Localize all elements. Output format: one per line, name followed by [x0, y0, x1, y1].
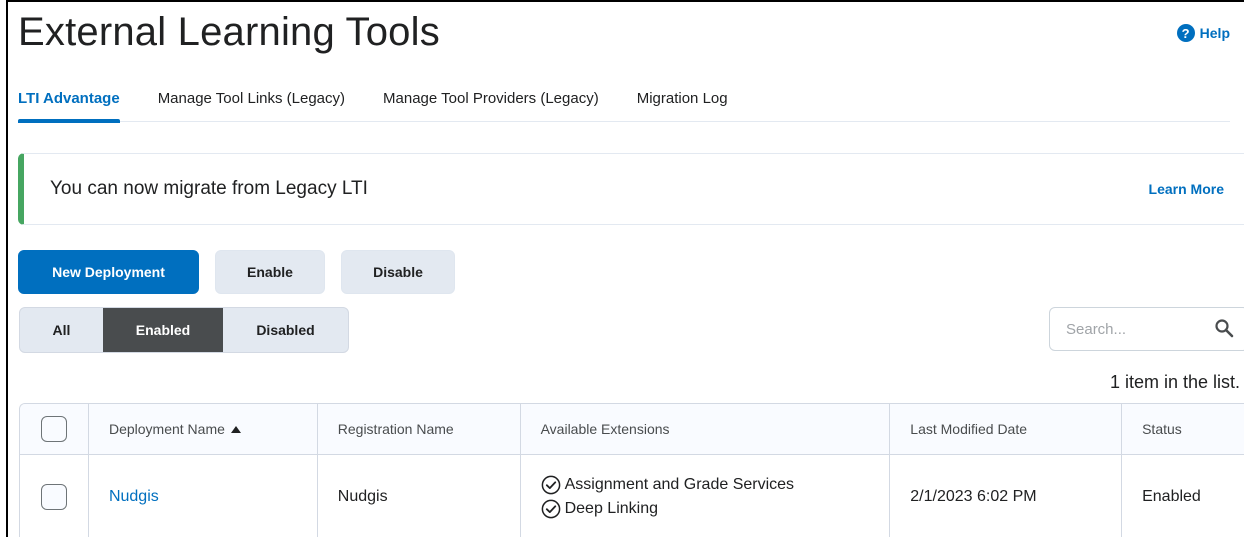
check-circle-icon	[541, 475, 560, 494]
deployment-name-link[interactable]: Nudgis	[109, 488, 159, 506]
column-deployment-name[interactable]: Deployment Name	[89, 404, 318, 454]
filter-disabled-button[interactable]: Disabled	[223, 308, 348, 352]
column-status: Status	[1122, 404, 1244, 454]
status-filter: All Enabled Disabled	[19, 307, 349, 353]
filter-all-button[interactable]: All	[20, 308, 103, 352]
tab-lti-advantage[interactable]: LTI Advantage	[18, 84, 120, 123]
row-checkbox[interactable]	[41, 483, 67, 510]
registration-name: Nudgis	[337, 487, 388, 505]
extension-label: Deep Linking	[564, 499, 658, 517]
page-title: External Learning Tools	[18, 10, 440, 54]
last-modified-cell: 2/1/2023 6:02 PM	[890, 455, 1123, 537]
column-label: Last Modified Date	[910, 421, 1028, 437]
search-icon[interactable]	[1214, 318, 1234, 338]
column-label: Deployment Name	[108, 421, 225, 437]
list-count: 1 item in the list.	[1109, 372, 1240, 392]
migration-alert: You can now migrate from Legacy LTI Lear…	[18, 153, 1244, 225]
status-text: Enabled	[1142, 487, 1201, 505]
tab-migration-log[interactable]: Migration Log	[637, 84, 728, 122]
learn-more-link[interactable]: Learn More	[1149, 181, 1224, 197]
registration-name-cell: Nudgis	[318, 455, 521, 537]
select-all-checkbox[interactable]	[41, 416, 67, 442]
column-label: Available Extensions	[540, 421, 670, 437]
help-icon: ?	[1176, 24, 1195, 42]
action-buttons: New Deployment Enable Disable	[18, 250, 455, 294]
search-placeholder: Search...	[1066, 320, 1127, 338]
table-header-row: Deployment Name Registration Name Availa…	[20, 404, 1244, 455]
disable-button[interactable]: Disable	[341, 250, 455, 294]
new-deployment-button[interactable]: New Deployment	[18, 250, 199, 294]
column-last-modified: Last Modified Date	[890, 404, 1123, 454]
extensions-list: Assignment and Grade Services Deep Linki…	[541, 475, 794, 519]
tab-bar: LTI Advantage Manage Tool Links (Legacy)…	[18, 84, 1230, 123]
window-frame-left	[6, 0, 8, 537]
deployments-table: Deployment Name Registration Name Availa…	[19, 403, 1244, 537]
status-cell: Enabled	[1122, 455, 1244, 537]
help-link[interactable]: ? Help	[1176, 24, 1230, 42]
extension-item: Assignment and Grade Services	[541, 475, 794, 495]
last-modified-date: 2/1/2023 6:02 PM	[910, 487, 1037, 505]
tab-manage-tool-links[interactable]: Manage Tool Links (Legacy)	[158, 84, 345, 122]
deployment-name-cell: Nudgis	[89, 455, 318, 537]
sort-ascending-icon	[230, 425, 241, 433]
column-registration-name: Registration Name	[318, 404, 521, 454]
help-label: Help	[1199, 25, 1230, 41]
column-label: Registration Name	[337, 421, 454, 437]
alert-text: You can now migrate from Legacy LTI	[50, 178, 368, 199]
extension-item: Deep Linking	[541, 499, 794, 519]
window-frame-top	[6, 0, 1244, 2]
extensions-cell: Assignment and Grade Services Deep Linki…	[521, 455, 891, 537]
column-label: Status	[1142, 421, 1182, 437]
select-all-cell	[20, 404, 89, 454]
table-row: Nudgis Nudgis Assignment and Grade Servi…	[20, 455, 1244, 537]
row-select-cell	[20, 455, 89, 537]
filter-enabled-button[interactable]: Enabled	[103, 308, 223, 352]
enable-button[interactable]: Enable	[215, 250, 325, 294]
check-circle-icon	[541, 499, 560, 518]
extension-label: Assignment and Grade Services	[564, 475, 795, 493]
column-available-extensions: Available Extensions	[521, 404, 891, 454]
tab-manage-tool-providers[interactable]: Manage Tool Providers (Legacy)	[383, 84, 599, 122]
search-input[interactable]: Search...	[1049, 307, 1244, 351]
